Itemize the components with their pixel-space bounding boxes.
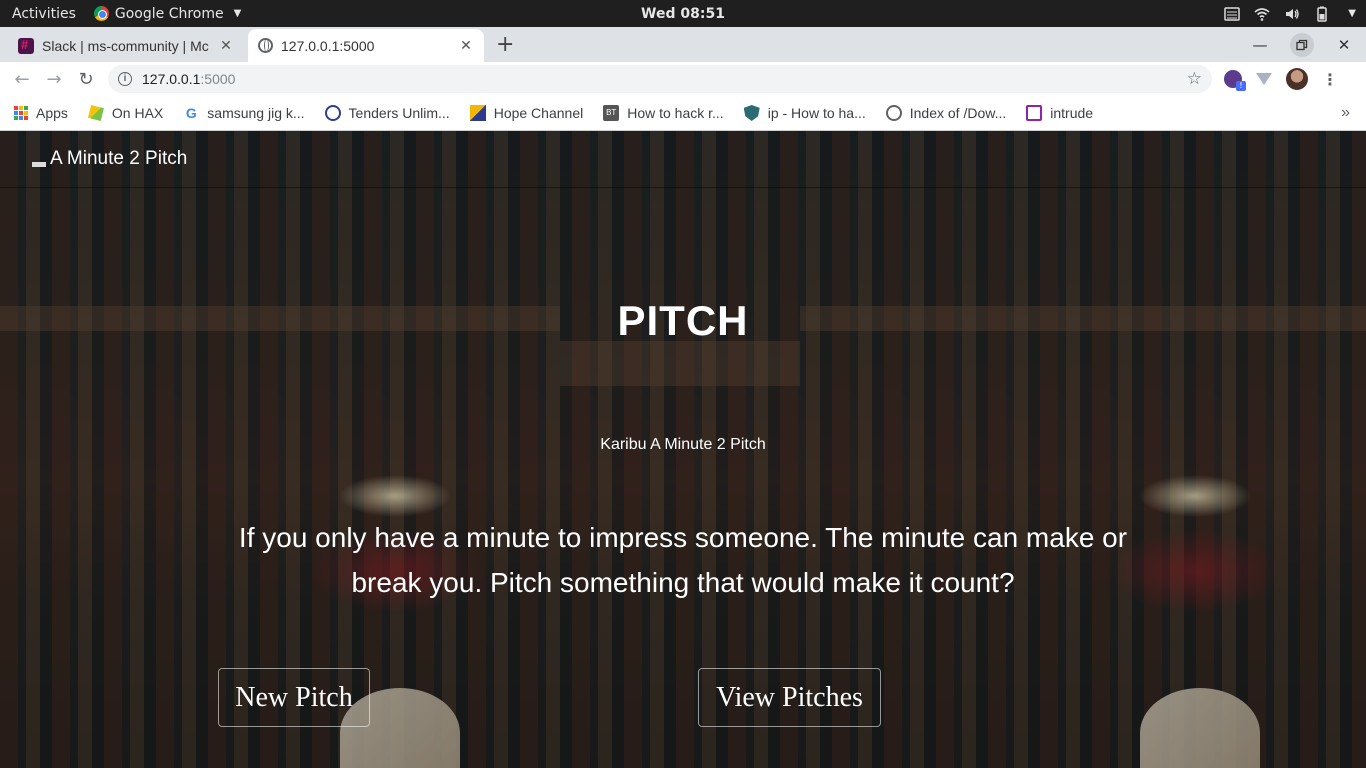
info-icon[interactable]: i (118, 72, 132, 86)
tab-title: Slack | ms-community | Mc (42, 37, 209, 54)
bookmark-label: Index of /Dow... (909, 105, 1007, 121)
globe-icon (885, 105, 902, 121)
forward-icon[interactable]: → (38, 69, 70, 90)
wifi-icon[interactable] (1254, 6, 1270, 22)
volume-icon[interactable] (1284, 6, 1300, 22)
minimize-icon[interactable]: — (1248, 33, 1272, 57)
close-icon[interactable]: ✕ (458, 37, 474, 54)
tab-localhost[interactable]: 127.0.0.1:5000 ✕ (248, 29, 484, 62)
tab-strip: Slack | ms-community | Mc ✕ 127.0.0.1:50… (0, 27, 1366, 62)
brand-text: A Minute 2 Pitch (50, 148, 188, 169)
bookmark-on-hax[interactable]: On HAX (87, 105, 164, 121)
navbar-brand[interactable]: A Minute 2 Pitch (32, 148, 187, 170)
url-path: :5000 (200, 71, 236, 87)
chrome-icon (93, 6, 109, 21)
view-pitches-button[interactable]: View Pitches (698, 668, 881, 727)
profile-avatar[interactable] (1286, 68, 1308, 90)
caret-down-icon: ▼ (233, 8, 242, 19)
system-tray[interactable]: ▼ (1224, 0, 1356, 27)
bookmark-label: Tenders Unlim... (348, 105, 450, 121)
bookmark-label: How to hack r... (627, 105, 724, 121)
bookmark-apps[interactable]: Apps (14, 105, 68, 121)
battery-icon[interactable] (1314, 6, 1330, 22)
close-window-icon[interactable]: ✕ (1332, 33, 1356, 57)
navbar-divider (0, 187, 1366, 188)
hero-title: PITCH (617, 297, 749, 344)
slack-icon (18, 37, 34, 54)
brand-logo-icon (32, 162, 46, 167)
bookmark-label: On HAX (111, 105, 164, 121)
chevron-down-icon[interactable]: ▼ (1348, 8, 1356, 19)
bt-icon: BT (603, 105, 620, 121)
extension-icon[interactable] (1224, 70, 1246, 91)
more-menu-icon[interactable]: ⋮ (1322, 70, 1338, 89)
apps-grid-icon (14, 106, 28, 120)
hero-subtitle: Karibu A Minute 2 Pitch (600, 436, 766, 453)
bookmark-ip-how-to[interactable]: ip - How to ha... (743, 105, 866, 121)
download-icon[interactable] (1256, 73, 1272, 85)
bookmark-label: samsung jig k... (207, 105, 305, 121)
app-menu[interactable]: Google Chrome ▼ (93, 5, 242, 22)
bookmark-tenders[interactable]: Tenders Unlim... (324, 105, 450, 121)
address-bar[interactable]: i 127.0.0.1:5000 ☆ (108, 65, 1212, 93)
bookmark-label: intrude (1050, 105, 1094, 121)
floppy-icon (1026, 105, 1043, 121)
os-top-bar: Activities Google Chrome ▼ Wed 08:51 ▼ (0, 0, 1366, 27)
globe-icon (258, 38, 273, 53)
shield-icon (743, 105, 760, 121)
bookmark-hope-channel[interactable]: Hope Channel (469, 105, 584, 121)
back-icon[interactable]: ← (6, 69, 38, 90)
bookmarks-bar: Apps On HAX G samsung jig k... Tenders U… (0, 96, 1366, 131)
tenders-icon (324, 105, 341, 121)
tab-slack[interactable]: Slack | ms-community | Mc ✕ (8, 29, 244, 62)
hope-channel-icon (469, 105, 486, 121)
bookmark-intrude[interactable]: intrude (1026, 105, 1093, 121)
new-tab-button[interactable]: + (496, 32, 514, 57)
bookmarks-overflow-icon[interactable]: » (1341, 104, 1350, 122)
menu-icon[interactable] (1224, 6, 1241, 22)
bookmark-how-to-hack[interactable]: BT How to hack r... (603, 105, 724, 121)
extensions (1224, 70, 1272, 91)
bookmark-samsung[interactable]: G samsung jig k... (183, 105, 305, 121)
reload-icon[interactable]: ↻ (70, 69, 102, 90)
new-pitch-button[interactable]: New Pitch (218, 668, 370, 727)
bookmark-index-of[interactable]: Index of /Dow... (885, 105, 1007, 121)
tab-title: 127.0.0.1:5000 (281, 37, 375, 54)
activities-button[interactable]: Activities (0, 6, 88, 22)
bookmark-label: Hope Channel (493, 105, 584, 121)
restore-icon[interactable] (1290, 32, 1314, 57)
url-host: 127.0.0.1 (142, 71, 201, 87)
window-controls: — ✕ (1248, 27, 1356, 62)
app-name: Google Chrome (114, 5, 224, 22)
hax-icon (87, 105, 104, 121)
bookmark-label: Apps (36, 105, 68, 121)
browser-toolbar: ← → ↻ i 127.0.0.1:5000 ☆ ⋮ (0, 62, 1366, 96)
google-icon: G (185, 105, 197, 121)
hero-tagline: If you only have a minute to impress som… (238, 522, 1128, 598)
bookmark-star-icon[interactable]: ☆ (1187, 69, 1202, 89)
bookmark-label: ip - How to ha... (767, 105, 866, 121)
close-icon[interactable]: ✕ (218, 37, 234, 54)
page-content: A Minute 2 Pitch PITCH Karibu A Minute 2… (0, 131, 1366, 768)
